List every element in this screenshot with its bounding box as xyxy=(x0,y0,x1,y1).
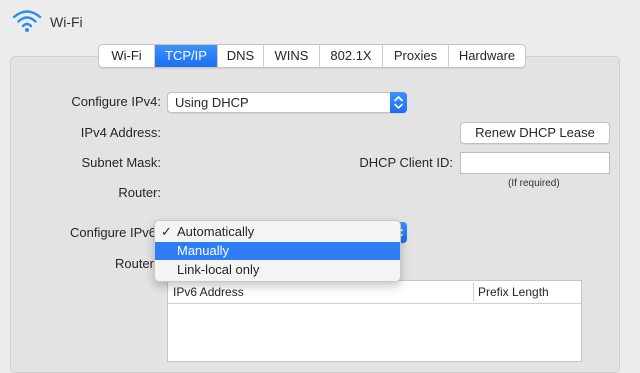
configure-ipv4-select[interactable]: Using DHCP xyxy=(167,92,407,113)
column-prefix-length[interactable]: Prefix Length xyxy=(478,285,549,299)
window-header: Wi-Fi xyxy=(0,0,640,44)
select-stepper xyxy=(390,92,407,113)
tab-bar: Wi-Fi TCP/IP DNS WINS 802.1X Proxies Har… xyxy=(98,44,526,68)
ipv4-address-label: IPv4 Address: xyxy=(80,125,161,140)
router-label: Router: xyxy=(118,185,161,200)
chevron-updown-icon xyxy=(394,96,403,109)
tab-wifi[interactable]: Wi-Fi xyxy=(99,45,155,67)
checkmark-icon: ✓ xyxy=(161,224,172,239)
configure-ipv6-menu: ✓ Automatically Manually Link-local only xyxy=(154,220,401,282)
renew-dhcp-lease-button[interactable]: Renew DHCP Lease xyxy=(460,122,610,144)
menu-item-manually[interactable]: Manually xyxy=(155,242,400,260)
client-id-hint: (If required) xyxy=(508,178,560,189)
menu-item-automatically[interactable]: ✓ Automatically xyxy=(155,223,400,241)
ipv6-address-table[interactable]: IPv6 Address Prefix Length xyxy=(167,280,582,362)
dhcp-client-id-field[interactable] xyxy=(460,152,610,174)
tab-tcpip[interactable]: TCP/IP xyxy=(155,45,218,67)
tab-8021x[interactable]: 802.1X xyxy=(320,45,383,67)
menu-item-label: Link-local only xyxy=(177,262,260,277)
column-divider xyxy=(473,283,474,301)
ipv6-router-label: Router xyxy=(114,256,154,271)
window-title: Wi-Fi xyxy=(50,14,83,30)
wifi-icon xyxy=(12,10,42,32)
subnet-mask-label: Subnet Mask: xyxy=(81,155,162,170)
tab-proxies[interactable]: Proxies xyxy=(383,45,449,67)
menu-item-label: Manually xyxy=(177,243,230,258)
tab-dns[interactable]: DNS xyxy=(218,45,264,67)
dhcp-client-id-label: DHCP Client ID: xyxy=(359,155,453,170)
configure-ipv4-value: Using DHCP xyxy=(175,95,249,110)
menu-item-link-local-only[interactable]: Link-local only xyxy=(155,261,400,279)
table-header: IPv6 Address Prefix Length xyxy=(168,281,581,304)
configure-ipv4-label: Configure IPv4: xyxy=(71,94,161,109)
column-ipv6-address[interactable]: IPv6 Address xyxy=(173,285,244,299)
tab-wins[interactable]: WINS xyxy=(264,45,320,67)
configure-ipv6-label: Configure IPv6 xyxy=(70,225,156,240)
menu-item-label: Automatically xyxy=(177,224,255,239)
tab-hardware[interactable]: Hardware xyxy=(449,45,525,67)
